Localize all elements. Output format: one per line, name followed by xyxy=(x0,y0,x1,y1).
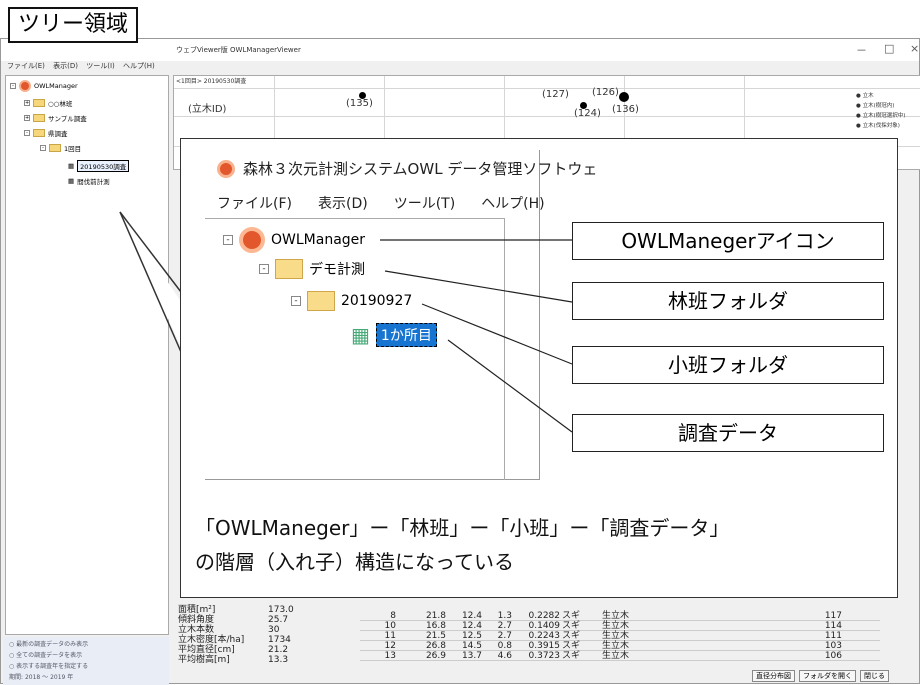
menu-tools[interactable]: ツール(I) xyxy=(86,62,115,70)
minimize-button[interactable]: － xyxy=(856,42,867,58)
chart-legend: ● 立木 ● 立木(樹冠内) ● 立木(樹冠選択中) ● 立木(伐採対象) xyxy=(856,93,906,129)
menu-view[interactable]: 表示(D) xyxy=(53,62,78,70)
point-label: (124) xyxy=(574,108,601,119)
window-title: ウェブViewer版 OWLManagerViewer xyxy=(176,46,301,54)
folder-icon xyxy=(49,144,61,152)
point-label: (127) xyxy=(542,89,569,100)
folder-icon xyxy=(33,114,45,122)
label-subforest-folder: 小班フォルダ xyxy=(572,346,884,384)
title-bar: ウェブViewer版 OWLManagerViewer － □ × xyxy=(1,39,919,61)
display-options: ○ 最新の調査データのみ表示 ○ 全ての調査データを表示 ○ 表示する調査年を指… xyxy=(3,637,169,685)
point-label: (126) xyxy=(592,87,619,98)
zoomed-tree[interactable]: - OWLManager - デモ計測 -20190927 ▦ 1か所目 xyxy=(205,218,505,480)
collapse-icon[interactable]: - xyxy=(24,130,30,136)
zoom-menu-tools[interactable]: ツール(T) xyxy=(394,193,455,213)
option-latest[interactable]: ○ 最新の調査データのみ表示 xyxy=(9,639,163,648)
node-subforest-folder[interactable]: -20190927 xyxy=(291,291,412,311)
owl-logo-icon xyxy=(217,159,235,178)
label-owlmanager-icon: OWLManegerアイコン xyxy=(572,222,884,260)
tree-item[interactable]: + ○○林班 xyxy=(24,98,72,108)
label-forest-folder: 林班フォルダ xyxy=(572,282,884,320)
option-year[interactable]: ○ 表示する調査年を指定する xyxy=(9,661,163,670)
expand-icon[interactable]: + xyxy=(24,115,30,121)
expand-icon[interactable]: + xyxy=(24,100,30,106)
folder-icon xyxy=(33,99,45,107)
tree-item[interactable]: ▦ 間伐前計測 xyxy=(68,176,110,186)
tree-item[interactable]: -1回目 xyxy=(40,143,81,153)
data-icon: ▦ xyxy=(351,323,370,347)
folder-chart-icon xyxy=(307,291,335,311)
summary-info: 面積[m²] 173.0 傾斜角度 25.7 立木本数 30 立木密度[本/ha] 17… xyxy=(178,605,294,665)
collapse-icon[interactable]: - xyxy=(291,296,301,306)
note-line-2: の階層（入れ子）構造になっている xyxy=(195,550,514,574)
tree-item[interactable]: ▦ 20190530調査 xyxy=(68,160,130,172)
tree-item[interactable]: - 県調査 xyxy=(24,128,68,138)
bottom-buttons: 直径分布図 フォルダを開く 閉じる xyxy=(752,670,889,682)
tree-point[interactable] xyxy=(619,92,629,102)
zoom-menu-view[interactable]: 表示(D) xyxy=(318,193,368,213)
data-icon: ▦ xyxy=(68,177,75,185)
zoomed-window: 森林３次元計測システムOWL データ管理ソフトウェ ファイル(F) 表示(D) … xyxy=(205,150,597,480)
tree-item[interactable]: + サンプル調査 xyxy=(24,113,87,123)
tree-point[interactable] xyxy=(580,102,587,109)
period-row: 期間: 2018 ～ 2019 年 xyxy=(9,674,74,681)
table-row[interactable]: 11 21.5 12.5 2.7 0.2243 スギ 生立木 111 xyxy=(360,631,880,641)
diameter-chart-button[interactable]: 直径分布図 xyxy=(752,670,795,682)
menu-bar: ファイル(E) 表示(D) ツール(I) ヘルプ(H) xyxy=(1,61,919,74)
collapse-icon[interactable]: - xyxy=(259,264,269,274)
open-folder-button[interactable]: フォルダを開く xyxy=(799,670,856,682)
folder-icon xyxy=(275,259,303,279)
zoomed-title: 森林３次元計測システムOWL データ管理ソフトウェ xyxy=(217,158,597,179)
zoom-menu-file[interactable]: ファイル(F) xyxy=(217,193,292,213)
point-label: (136) xyxy=(612,104,639,115)
table-row[interactable]: 13 26.9 13.7 4.6 0.3723 スギ 生立木 106 xyxy=(360,651,880,661)
tree-data-table[interactable]: 8 21.8 12.4 1.3 0.2282 スギ 生立木 117 10 16.8 12.4 2.7… xyxy=(360,605,880,661)
node-forest-folder[interactable]: - デモ計測 xyxy=(259,259,365,279)
menu-help[interactable]: ヘルプ(H) xyxy=(123,62,155,70)
collapse-icon[interactable]: - xyxy=(40,145,46,151)
close-window-button[interactable]: 閉じる xyxy=(860,670,889,682)
tree-point[interactable] xyxy=(359,92,366,99)
chart-tab[interactable]: <1回目> 20190530調査 xyxy=(176,76,246,85)
collapse-icon[interactable]: - xyxy=(10,83,16,89)
menu-file[interactable]: ファイル(E) xyxy=(7,62,45,70)
note-line-1: 「OWLManeger」ー「林班」ー「小班」ー「調査データ」 xyxy=(195,516,730,540)
collapse-icon[interactable]: - xyxy=(223,235,233,245)
zoomed-menu: ファイル(F) 表示(D) ツール(T) ヘルプ(H) xyxy=(217,193,545,213)
owl-icon xyxy=(239,227,265,253)
folder-icon xyxy=(33,129,45,137)
table-row[interactable]: 12 26.8 14.5 0.8 0.3915 スギ 生立木 103 xyxy=(360,641,880,651)
option-all[interactable]: ○ 全ての調査データを表示 xyxy=(9,650,163,659)
table-row[interactable]: 8 21.8 12.4 1.3 0.2282 スギ 生立木 117 xyxy=(360,611,880,621)
tree-area-tag: ツリー領域 xyxy=(8,7,139,43)
year-from-select[interactable]: 2018 xyxy=(25,674,40,681)
tree-panel[interactable]: - OWLManager + ○○林班 + サンプル調査 - 県調査 -1回目 ▦ 201… xyxy=(5,75,169,635)
zoom-menu-help[interactable]: ヘルプ(H) xyxy=(481,193,544,213)
node-owlmanager[interactable]: - OWLManager xyxy=(223,227,365,253)
y-axis-label: (立木ID) xyxy=(188,104,227,115)
year-to-select[interactable]: 2019 xyxy=(50,674,65,681)
owl-icon xyxy=(19,80,31,92)
node-survey-data[interactable]: ▦ 1か所目 xyxy=(351,323,437,347)
label-survey-data: 調査データ xyxy=(572,414,884,452)
tree-root[interactable]: - OWLManager xyxy=(10,80,78,92)
close-button[interactable]: × xyxy=(910,42,919,55)
table-row[interactable]: 10 16.8 12.4 2.7 0.1409 スギ 生立木 114 xyxy=(360,621,880,631)
point-label: (135) xyxy=(346,98,373,109)
maximize-button[interactable]: □ xyxy=(884,42,894,55)
data-icon: ▦ xyxy=(68,162,75,170)
